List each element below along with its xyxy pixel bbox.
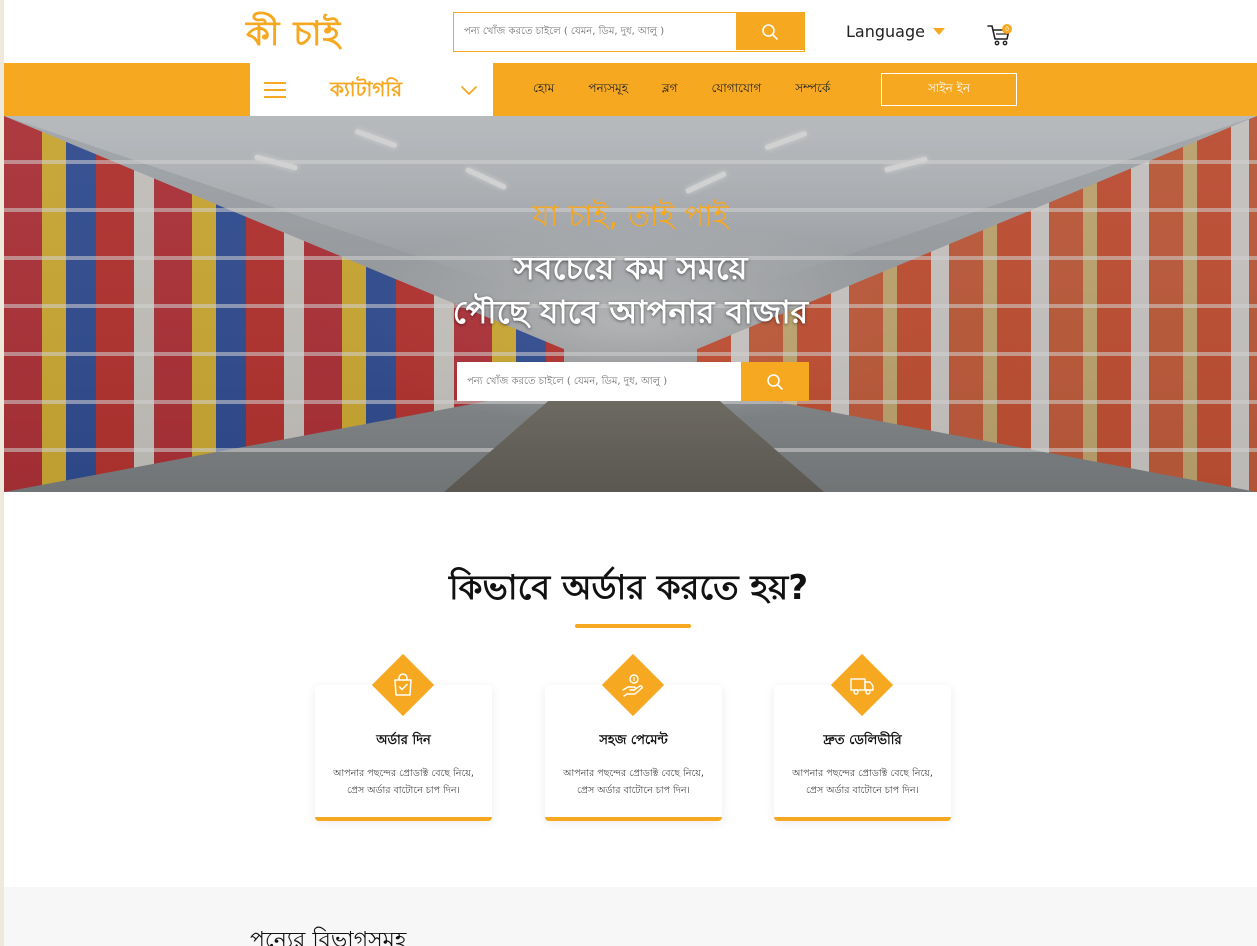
step-card-desc-line: প্রেস অর্ডার বাটোনে চাপ দিন। xyxy=(347,785,460,796)
signin-button[interactable]: সাইন ইন xyxy=(881,73,1017,106)
search-icon xyxy=(762,23,778,40)
nav-link-about[interactable]: সম্পর্কে xyxy=(795,80,830,100)
how-to-order-title: কিভাবে অর্ডার করতে হয়? xyxy=(448,568,809,608)
language-selector[interactable]: Language xyxy=(846,22,945,41)
search-icon xyxy=(767,373,783,390)
delivery-truck-icon xyxy=(850,678,874,695)
step-card-title: সহজ পেমেন্ট xyxy=(599,733,668,748)
nav-link-home[interactable]: হোম xyxy=(533,80,554,100)
hero-banner: যা চাই, তাই পাই সবচেয়ে কম সময়ে পৌছে যা… xyxy=(4,116,1257,492)
hero-title-line-2: পৌছে যাবে আপনার বাজার xyxy=(452,293,809,331)
header-search-input[interactable] xyxy=(454,13,735,50)
site-logo[interactable]: কী চাই xyxy=(246,8,341,65)
chevron-down-icon xyxy=(461,86,477,95)
header-search-bar xyxy=(453,12,805,52)
category-dropdown[interactable]: ক্যাটাগরি xyxy=(250,63,493,116)
nav-links: হোম পন্যসমূহ ব্লগ যোগাযোগ সম্পর্কে xyxy=(533,63,830,116)
shopping-bag-icon xyxy=(394,673,412,696)
hero-title: সবচেয়ে কম সময়ে পৌছে যাবে আপনার বাজার xyxy=(4,246,1257,334)
category-label: ক্যাটাগরি xyxy=(330,77,403,101)
hero-search-button[interactable] xyxy=(741,362,809,401)
hero-search-input[interactable] xyxy=(457,362,739,401)
step-card-desc-line: আপনার পছন্দের প্রোডাক্ট বেছে নিয়ে, xyxy=(792,768,933,779)
nav-link-contact[interactable]: যোগাযোগ xyxy=(712,80,762,100)
nav-link-products[interactable]: পন্যসমূহ xyxy=(588,80,628,100)
how-to-order-underline xyxy=(575,624,691,628)
step-card-desc-line: আপনার পছন্দের প্রোডাক্ট বেছে নিয়ে, xyxy=(563,768,704,779)
cart-count-badge: 0 xyxy=(1002,24,1012,34)
hero-tagline: যা চাই, তাই পাই xyxy=(532,199,729,234)
step-card-desc-line: আপনার পছন্দের প্রোডাক্ট বেছে নিয়ে, xyxy=(333,768,474,779)
step-card-desc-line: প্রেস অর্ডার বাটোনে চাপ দিন। xyxy=(577,785,690,796)
caret-down-icon xyxy=(932,28,945,35)
step-card-desc: আপনার পছন্দের প্রোডাক্ট বেছে নিয়ে, প্রে… xyxy=(323,765,484,799)
hamburger-menu-icon[interactable] xyxy=(264,82,286,98)
step-card-desc-line: প্রেস অর্ডার বাটোনে চাপ দিন। xyxy=(806,785,919,796)
nav-link-blog[interactable]: ব্লগ xyxy=(662,80,678,100)
step-card-desc: আপনার পছন্দের প্রোডাক্ট বেছে নিয়ে, প্রে… xyxy=(782,765,943,799)
hero-search-bar xyxy=(457,362,809,401)
step-card-title: অর্ডার দিন xyxy=(376,733,431,748)
step-card-title: দ্রুত ডেলিভীরি xyxy=(823,733,902,748)
language-label: Language xyxy=(846,22,925,41)
categories-section: পন্যের বিভাগসমূহ xyxy=(4,887,1257,946)
header-search-button[interactable] xyxy=(736,13,804,50)
hand-coin-icon xyxy=(622,674,643,697)
main-navbar: ক্যাটাগরি হোম পন্যসমূহ ব্লগ যোগাযোগ সম্প… xyxy=(4,63,1257,116)
step-card-desc: আপনার পছন্দের প্রোডাক্ট বেছে নিয়ে, প্রে… xyxy=(553,765,714,799)
categories-section-title: পন্যের বিভাগসমূহ xyxy=(250,928,407,946)
hero-title-line-1: সবচেয়ে কম সময়ে xyxy=(513,249,748,287)
